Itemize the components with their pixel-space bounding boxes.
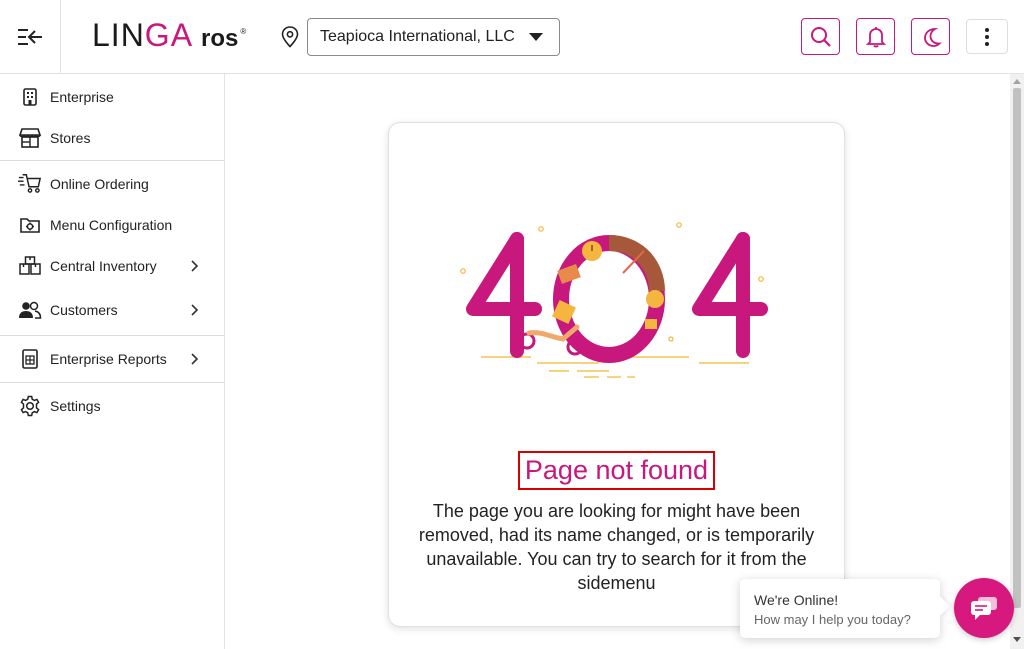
search-button[interactable] xyxy=(801,18,840,55)
sidebar: Enterprise Stores Online Ordering Menu C… xyxy=(0,74,225,649)
brand-name: LINGA xyxy=(92,17,194,53)
chat-prompt-text: How may I help you today? xyxy=(754,612,911,627)
scrollbar-thumb[interactable] xyxy=(1013,88,1021,608)
brand-logo[interactable]: LINGA ros ® xyxy=(92,17,246,57)
chat-greeting-popup[interactable]: We're Online! How may I help you today? xyxy=(740,579,950,638)
more-vertical-icon xyxy=(985,27,989,46)
sidebar-item-menu-configuration[interactable]: Menu Configuration xyxy=(0,205,224,245)
store-selector-value: Teapioca International, LLC xyxy=(320,28,515,45)
top-bar: LINGA ros ® Teapioca International, LLC xyxy=(0,0,1024,74)
sidebar-item-central-inventory[interactable]: Central Inventory xyxy=(0,246,224,286)
notifications-button[interactable] xyxy=(856,18,895,55)
chat-launcher-button[interactable] xyxy=(954,578,1014,638)
sidebar-item-label: Enterprise xyxy=(50,89,114,105)
vertical-scrollbar[interactable] xyxy=(1010,74,1024,649)
moon-icon xyxy=(923,27,942,47)
chat-status-text: We're Online! xyxy=(754,592,839,608)
main-content: Page not found The page you are looking … xyxy=(225,74,1010,649)
brand-registered-mark: ® xyxy=(240,27,247,36)
scroll-up-arrow-icon[interactable] xyxy=(1013,79,1021,84)
menu-collapse-button[interactable] xyxy=(0,0,61,73)
bell-icon xyxy=(865,26,886,47)
dark-mode-button[interactable] xyxy=(911,18,950,55)
404-illustration xyxy=(460,222,768,378)
page-title: Page not found xyxy=(518,451,715,490)
inventory-icon xyxy=(18,254,42,278)
sidebar-item-label: Settings xyxy=(50,398,101,414)
chat-bubble-icon xyxy=(971,597,997,620)
sidebar-item-label: Stores xyxy=(50,130,91,146)
sidebar-item-label: Online Ordering xyxy=(50,176,149,192)
menu-collapse-icon xyxy=(18,28,42,45)
chevron-right-icon xyxy=(191,353,199,365)
location-pin-icon xyxy=(281,26,299,48)
settings-icon xyxy=(18,394,42,418)
chevron-right-icon xyxy=(191,304,199,316)
not-found-card: Page not found The page you are looking … xyxy=(388,122,845,627)
sidebar-item-enterprise[interactable]: Enterprise xyxy=(0,77,224,117)
chevron-right-icon xyxy=(191,260,199,272)
sidebar-item-label: Customers xyxy=(50,302,118,318)
scroll-down-arrow-icon[interactable] xyxy=(1013,637,1021,642)
sidebar-item-stores[interactable]: Stores xyxy=(0,118,224,158)
folder-gear-icon xyxy=(18,213,42,237)
sidebar-item-enterprise-reports[interactable]: Enterprise Reports xyxy=(0,339,224,379)
sidebar-divider xyxy=(0,382,224,383)
more-options-button[interactable] xyxy=(966,19,1008,54)
store-selector[interactable]: Teapioca International, LLC xyxy=(307,18,560,56)
cart-icon xyxy=(18,172,42,196)
sidebar-item-label: Menu Configuration xyxy=(50,217,173,233)
sidebar-divider xyxy=(0,335,224,336)
store-icon xyxy=(18,126,42,150)
report-icon xyxy=(18,347,42,371)
sidebar-item-label: Enterprise Reports xyxy=(50,351,167,367)
sidebar-item-settings[interactable]: Settings xyxy=(0,386,224,426)
sidebar-item-label: Central Inventory xyxy=(50,258,157,274)
search-icon xyxy=(810,26,831,47)
caret-down-icon xyxy=(529,33,543,41)
sidebar-item-customers[interactable]: Customers xyxy=(0,290,224,330)
sidebar-divider xyxy=(0,160,224,161)
sidebar-item-online-ordering[interactable]: Online Ordering xyxy=(0,164,224,204)
customers-icon xyxy=(18,298,42,322)
brand-sub: ros xyxy=(201,25,239,52)
building-icon xyxy=(18,85,42,109)
